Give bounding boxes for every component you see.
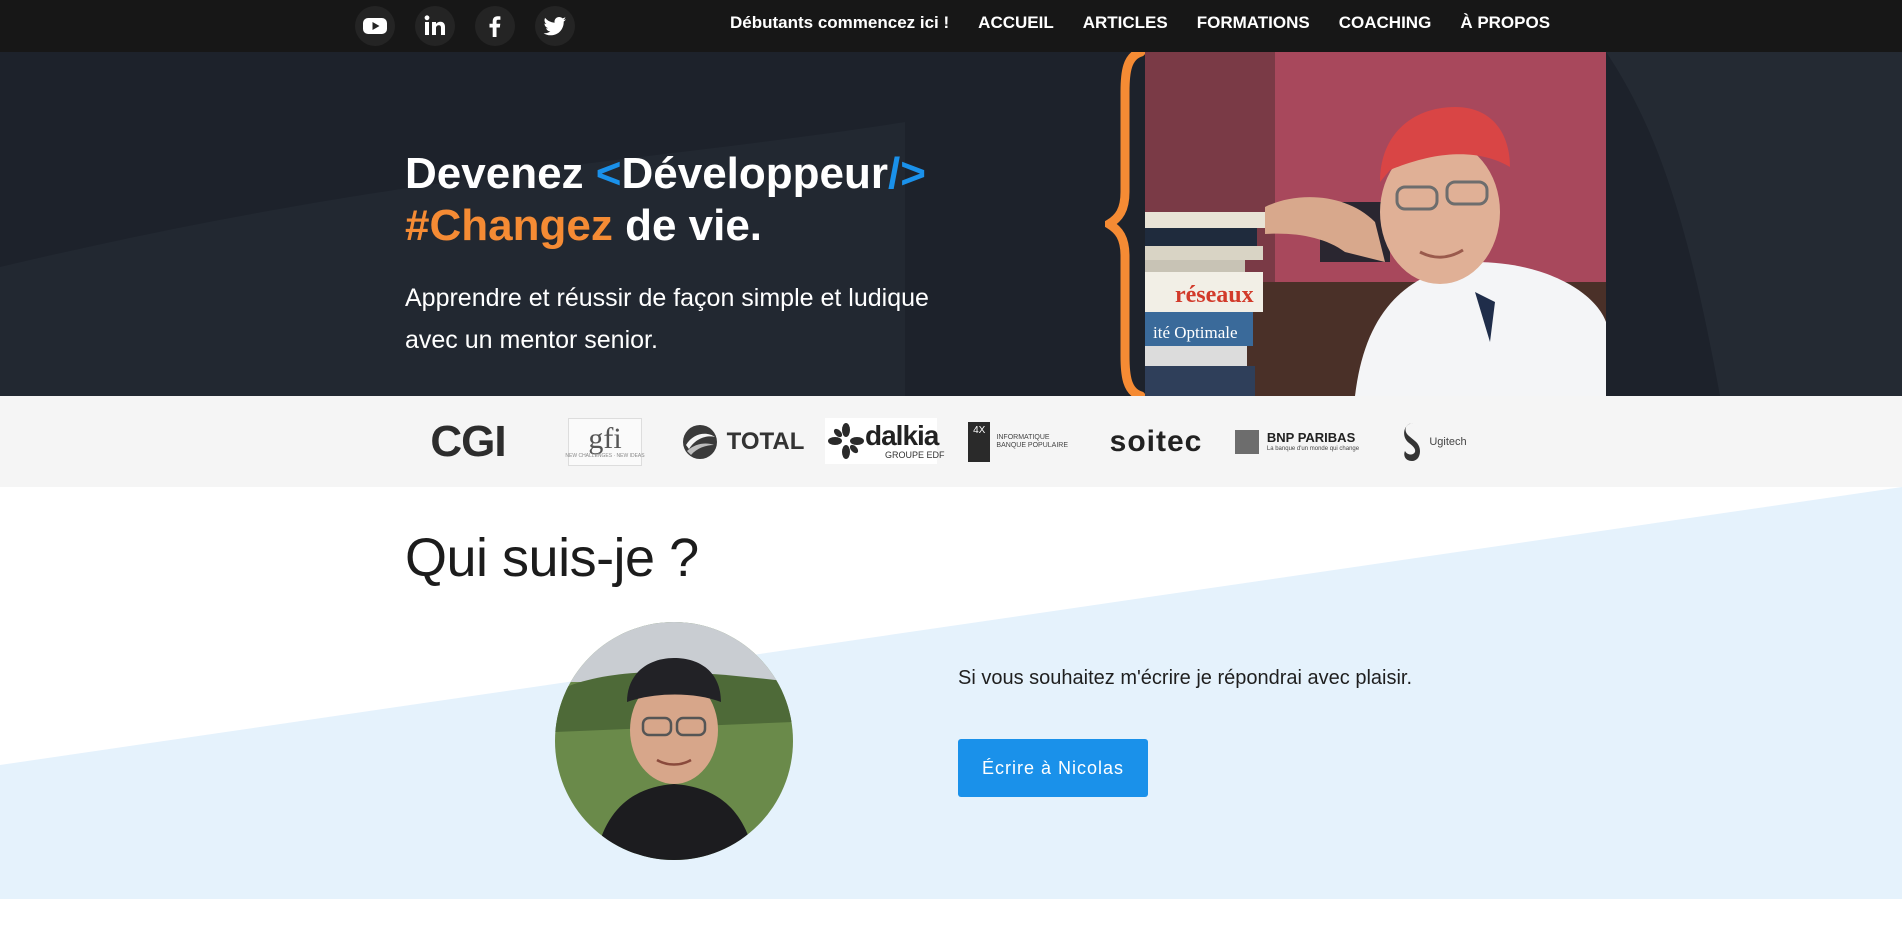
dalkia-logo-subtitle: GROUPE EDF <box>885 450 945 460</box>
hero-title-word-developpeur: Développeur <box>621 149 888 198</box>
bnp-logo-name: BNP PARIBAS <box>1266 429 1356 445</box>
hero-title-word-devenez: Devenez <box>405 149 584 198</box>
bnp-logo-tagline: La banque d'un monde qui change <box>1266 445 1360 452</box>
menu-item-beginners[interactable]: Débutants commencez ici ! <box>730 13 949 33</box>
dalkia-logo: dalkia GROUPE EDF <box>825 418 945 464</box>
informatique-banque-populaire-logo: 4X INFORMATIQUE BANQUE POPULAIRE <box>968 396 1068 487</box>
social-links <box>355 0 575 52</box>
menu-item-articles[interactable]: ARTICLES <box>1083 13 1168 33</box>
gfi-logo: gfi NEW CHALLENGES · NEW IDEAS <box>565 396 645 487</box>
total-emblem-icon <box>682 424 717 459</box>
svg-text:réseaux: réseaux <box>1175 282 1254 308</box>
twitter-link[interactable] <box>535 6 575 46</box>
author-avatar <box>555 622 793 860</box>
dalkia-swirl-icon <box>828 423 864 459</box>
facebook-icon <box>489 16 501 37</box>
hero-subtitle: Apprendre et réussir de façon simple et … <box>405 284 929 354</box>
hero-title-tag-close: /> <box>888 149 926 198</box>
hero-title: Devenez <Développeur/> #Changez de vie. <box>405 148 1045 252</box>
write-to-nicolas-button[interactable]: Écrire à Nicolas <box>958 739 1148 797</box>
bp-logo-text-2: BANQUE POPULAIRE <box>996 441 1068 449</box>
hero-title-hashtag: #Changez <box>405 201 613 250</box>
gfi-logo-tagline: NEW CHALLENGES · NEW IDEAS <box>565 452 645 459</box>
hero-title-tag-open: < <box>595 149 622 198</box>
mentor-with-books-image: réseaux ité Optimale <box>1145 52 1606 396</box>
total-logo: TOTAL <box>680 396 805 487</box>
client-logos-band: CGI gfi NEW CHALLENGES · NEW IDEAS TOTAL… <box>0 396 1902 487</box>
ugitech-logo-text: Ugitech <box>1429 435 1467 448</box>
about-title: Qui suis-je ? <box>405 528 699 588</box>
hero-section: Devenez <Développeur/> #Changez de vie. … <box>0 52 1902 396</box>
menu-item-home[interactable]: ACCUEIL <box>978 13 1054 33</box>
bp-logo-mark: 4X <box>968 421 991 462</box>
soitec-logo: soitec <box>1109 424 1203 458</box>
hero-photo-frame: réseaux ité Optimale <box>1105 52 1606 396</box>
bnp-paribas-logo: BNP PARIBAS La banque d'un monde qui cha… <box>1233 396 1361 487</box>
author-portrait-image <box>555 622 793 860</box>
total-logo-text: TOTAL <box>726 427 805 455</box>
cgi-logo: CGI <box>430 416 506 466</box>
menu-item-about[interactable]: À PROPOS <box>1460 13 1550 33</box>
about-diagonal-band <box>0 487 1902 899</box>
twitter-icon <box>543 17 566 36</box>
linkedin-link[interactable] <box>415 6 455 46</box>
bp-logo-text-1: INFORMATIQUE <box>996 433 1050 441</box>
youtube-icon <box>363 18 387 34</box>
hero-photo: réseaux ité Optimale <box>1145 52 1606 396</box>
facebook-link[interactable] <box>475 6 515 46</box>
hero-title-rest: de vie. <box>625 201 763 250</box>
about-section: Qui suis-je ? Si vous souhaitez m'écrire… <box>0 487 1902 899</box>
ugitech-logo: Ugitech <box>1398 396 1470 487</box>
bnp-stars-icon <box>1234 429 1259 454</box>
main-menu: Débutants commencez ici ! ACCUEIL ARTICL… <box>730 0 1550 46</box>
menu-item-coaching[interactable]: COACHING <box>1339 13 1432 33</box>
gfi-logo-text: gfi <box>588 421 622 455</box>
curly-brace-decoration <box>1105 52 1145 396</box>
svg-text:ité Optimale: ité Optimale <box>1153 323 1238 342</box>
dalkia-logo-text: dalkia <box>865 420 939 451</box>
youtube-link[interactable] <box>355 6 395 46</box>
top-navigation-bar: Débutants commencez ici ! ACCUEIL ARTICL… <box>0 0 1902 52</box>
ugitech-emblem-icon <box>1404 422 1421 461</box>
contact-invitation-text: Si vous souhaitez m'écrire je répondrai … <box>958 667 1413 689</box>
menu-item-trainings[interactable]: FORMATIONS <box>1197 13 1310 33</box>
linkedin-icon <box>424 15 445 35</box>
